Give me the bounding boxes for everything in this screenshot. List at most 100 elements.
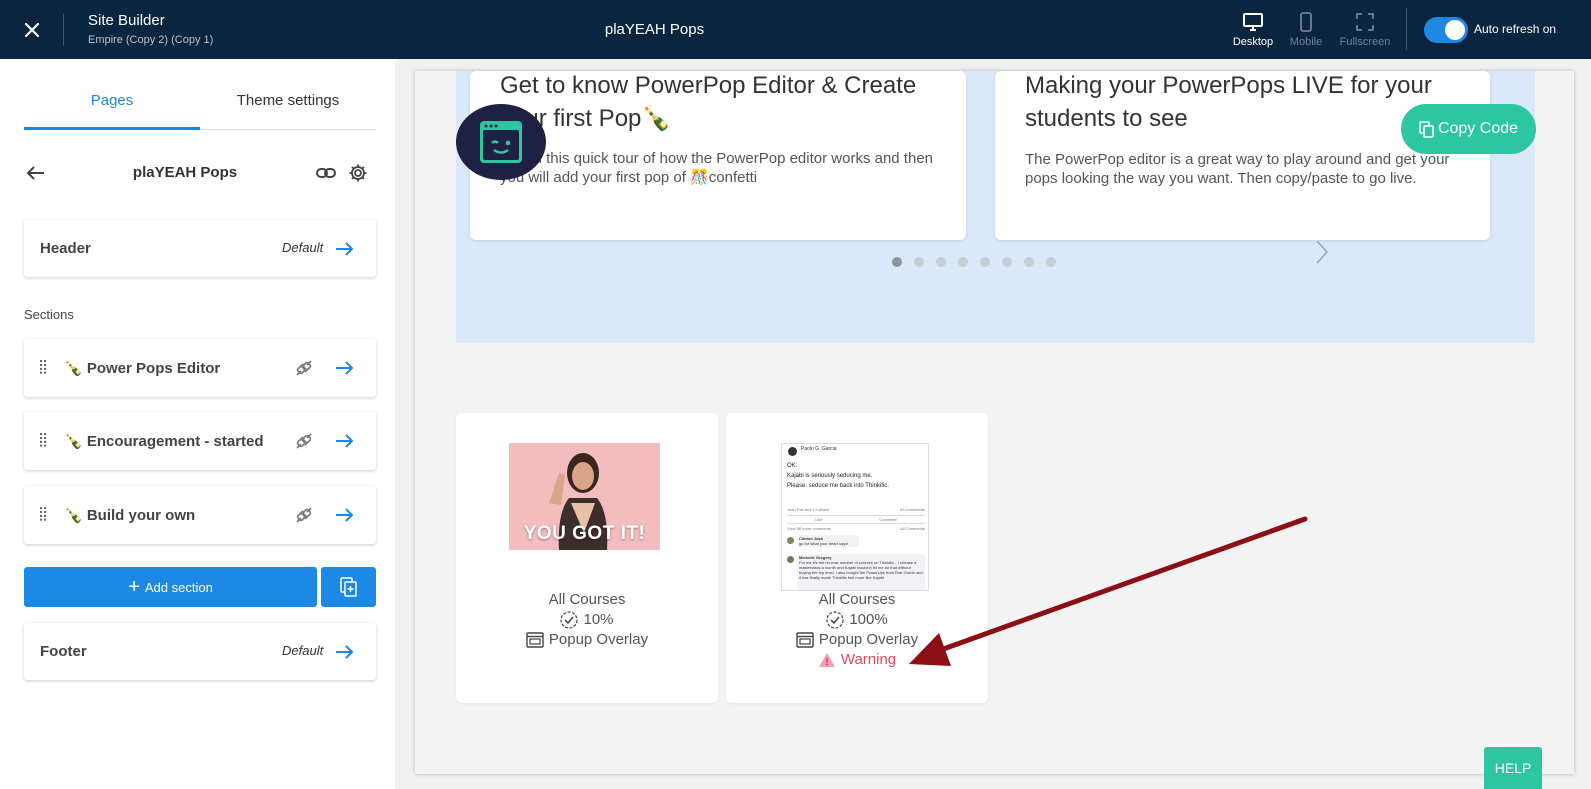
auto-refresh-toggle[interactable] xyxy=(1424,17,1468,43)
view-desktop-button[interactable]: Desktop xyxy=(1223,10,1283,48)
arrow-right-icon[interactable] xyxy=(332,237,356,261)
sidebar-tabs: Pages Theme settings xyxy=(24,59,376,130)
chevron-right-icon[interactable] xyxy=(1315,239,1329,270)
footer-card[interactable]: Footer Default xyxy=(24,623,376,680)
pop-card[interactable]: YOU GOT IT! All Courses 10% Popup Overla… xyxy=(456,413,718,703)
carousel-slide[interactable]: Get to know PowerPop Editor & Create you… xyxy=(470,71,966,240)
pop-card[interactable]: Paolo G. Garcia OK: Kajabi is seriously … xyxy=(726,413,988,703)
carousel-dot[interactable] xyxy=(892,257,902,267)
pop-warning-row[interactable]: Warning xyxy=(726,650,988,670)
pop-gif-thumbnail: YOU GOT IT! xyxy=(509,443,660,550)
page-title: plaYEAH Pops xyxy=(132,164,238,181)
copy-code-label: Copy Code xyxy=(1437,120,1519,137)
post-view-more: View 58 more comments xyxy=(787,526,831,531)
post-comment: Comment xyxy=(879,517,897,522)
link-icon[interactable] xyxy=(314,161,338,185)
pop-audience: All Courses xyxy=(548,591,626,608)
carousel-dot[interactable] xyxy=(980,257,990,267)
drag-handle-icon[interactable]: ⣿ xyxy=(38,358,48,375)
slide-title: Get to know PowerPop Editor & Create you… xyxy=(500,72,917,132)
add-section-button[interactable]: + Add section xyxy=(24,567,317,607)
pop-warning: Warning xyxy=(840,651,897,668)
add-section-label: Add section xyxy=(144,579,213,595)
carousel-dot[interactable] xyxy=(1024,257,1034,267)
post-all-comments: All Comments xyxy=(900,526,925,531)
header-card[interactable]: Header Default xyxy=(24,220,376,277)
plus-icon: + xyxy=(128,575,140,598)
view-fullscreen-button[interactable]: Fullscreen xyxy=(1335,10,1395,48)
section-card[interactable]: ⣿ 🍾 Build your own xyxy=(24,486,376,544)
arrow-right-icon[interactable] xyxy=(332,429,356,453)
popup-window-icon xyxy=(526,632,544,648)
section-label: 🍾 Encouragement - started xyxy=(64,433,264,450)
section-label: 🍾 Build your own xyxy=(64,507,196,524)
view-fullscreen-label: Fullscreen xyxy=(1339,36,1391,48)
popup-window-icon xyxy=(796,632,814,648)
arrow-right-icon[interactable] xyxy=(332,356,356,380)
header-default-tag: Default xyxy=(282,240,324,255)
fullscreen-icon xyxy=(1356,13,1374,31)
view-mobile-button[interactable]: Mobile xyxy=(1276,10,1336,48)
pop-meta: All Courses 100% Popup Overlay Warning xyxy=(726,590,988,670)
carousel-dot[interactable] xyxy=(1046,257,1056,267)
pop-audience: All Courses xyxy=(818,591,896,608)
check-circle-icon xyxy=(560,611,579,629)
comment-avatar xyxy=(787,537,794,544)
view-mobile-label: Mobile xyxy=(1289,36,1323,48)
section-card[interactable]: ⣿ 🍾 Encouragement - started xyxy=(24,412,376,470)
pop-type: Popup Overlay xyxy=(818,631,919,648)
footer-label: Footer xyxy=(40,643,87,660)
pop-progress: 100% xyxy=(849,611,888,628)
sidebar: Pages Theme settings plaYEAH Pops Header… xyxy=(0,59,395,789)
post-author: Paolo G. Garcia xyxy=(801,446,837,452)
slide-body: Watch this quick tour of how the PowerPo… xyxy=(500,150,934,186)
help-button[interactable]: HELP xyxy=(1484,747,1542,789)
gear-icon[interactable] xyxy=(346,161,370,185)
unlink-icon[interactable] xyxy=(292,356,316,380)
carousel-dot[interactable] xyxy=(914,257,924,267)
mobile-icon xyxy=(1300,12,1312,32)
unlink-icon[interactable] xyxy=(292,503,316,527)
comment-avatar xyxy=(787,556,794,563)
post-line: Kajabi is seriously seducing me. xyxy=(787,473,873,479)
section-card[interactable]: ⣿ 🍾 Power Pops Editor xyxy=(24,339,376,397)
post-line: Please: seduce me back into Thinkific. xyxy=(787,483,889,489)
duplicate-section-button[interactable] xyxy=(321,567,376,607)
drag-handle-icon[interactable]: ⣿ xyxy=(38,431,48,448)
tab-theme-settings[interactable]: Theme settings xyxy=(200,92,376,109)
sections-heading: Sections xyxy=(24,307,74,322)
top-bar: Site Builder Empire (Copy 2) (Copy 1) pl… xyxy=(0,0,1591,59)
pop-progress-row: 100% xyxy=(726,610,988,630)
copy-code-button[interactable]: Copy Code xyxy=(1401,104,1536,154)
carousel-dot[interactable] xyxy=(958,257,968,267)
post-line: OK: xyxy=(787,463,798,469)
check-circle-icon xyxy=(826,611,844,629)
post-reactions: Jean Pak and 13 others xyxy=(787,507,830,512)
comment-bubble: Clinton Josh go for what your heart says… xyxy=(797,535,859,547)
carousel-dots xyxy=(892,257,1068,267)
post-comments-count: 63 Comments xyxy=(900,507,925,512)
pop-progress: 10% xyxy=(583,611,614,628)
warning-icon xyxy=(818,653,835,667)
drag-handle-icon[interactable]: ⣿ xyxy=(38,505,48,522)
desktop-icon xyxy=(1243,13,1263,31)
slide-body: The PowerPop editor is a great way to pl… xyxy=(1025,151,1450,187)
post-comments-header: View 58 more comments All Comments xyxy=(787,526,925,531)
carousel-dot[interactable] xyxy=(936,257,946,267)
unlink-icon[interactable] xyxy=(292,429,316,453)
auto-refresh-label: Auto refresh on xyxy=(1474,22,1557,36)
pop-meta: All Courses 10% Popup Overlay xyxy=(456,590,718,650)
powerpop-logo-icon[interactable] xyxy=(456,104,546,180)
comment-bubble: Michelle Gregory For me it's the no-max … xyxy=(797,554,925,590)
carousel-dot[interactable] xyxy=(1002,257,1012,267)
page-header: plaYEAH Pops xyxy=(24,159,376,189)
copy-page-icon xyxy=(339,577,357,597)
comment-text: For me it's the no-max number of courses… xyxy=(799,560,923,580)
section-label: 🍾 Power Pops Editor xyxy=(64,360,221,377)
view-desktop-label: Desktop xyxy=(1232,36,1274,48)
carousel-slide[interactable]: Making your PowerPops LIVE for your stud… xyxy=(995,71,1490,240)
tab-pages[interactable]: Pages xyxy=(24,92,200,109)
arrow-right-icon[interactable] xyxy=(332,503,356,527)
arrow-right-icon[interactable] xyxy=(332,640,356,664)
divider xyxy=(1406,8,1407,50)
